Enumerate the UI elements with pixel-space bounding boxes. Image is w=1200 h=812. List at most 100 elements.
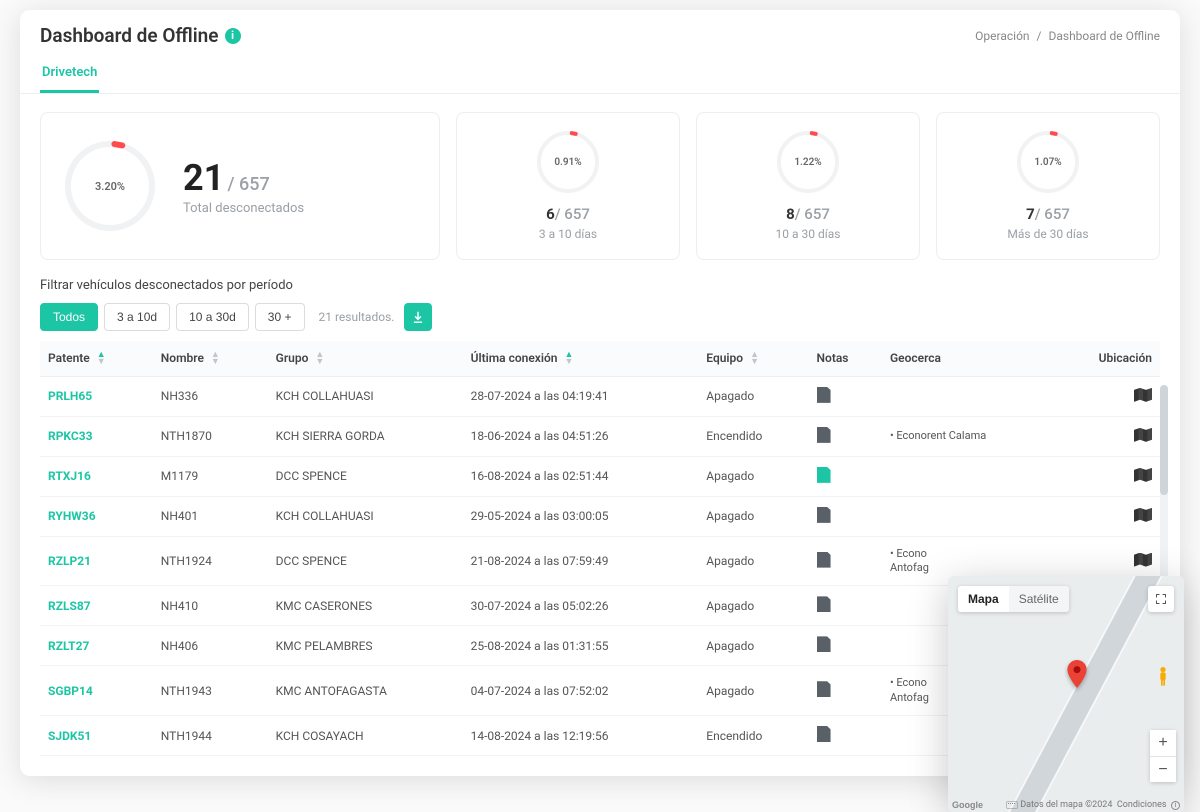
note-icon[interactable] [817,507,831,523]
cell-geocerca [882,496,1054,536]
total-mas-30: / 657 [1035,205,1070,223]
cell-ultima-conexion: 16-08-2024 a las 02:51:44 [463,456,699,496]
patente-link[interactable]: RTXJ16 [48,469,91,483]
patente-link[interactable]: RZLS87 [48,599,91,613]
patente-link[interactable]: RPKC33 [48,429,93,443]
note-icon[interactable] [817,387,831,403]
tab-drivetech[interactable]: Drivetech [40,57,99,93]
fullscreen-icon [1155,593,1167,605]
range-mas-30: Más de 30 días [1007,227,1088,241]
patente-link[interactable]: RYHW36 [48,509,96,523]
map-type-map[interactable]: Mapa [958,586,1009,612]
total-label: Total desconectados [183,201,304,216]
sort-icon: ▲▼ [315,352,324,366]
breadcrumb-root[interactable]: Operación [975,29,1029,43]
filters-title: Filtrar vehículos desconectados por perí… [40,278,1160,293]
card-10-30-dias[interactable]: 1.22% 8/ 657 10 a 30 días [696,112,920,260]
cell-nombre: NTH1944 [153,716,268,756]
gauge-total-pct: 3.20% [95,180,125,193]
cell-ultima-conexion: 28-07-2024 a las 04:19:41 [463,376,699,416]
note-icon[interactable] [817,552,831,568]
zoom-control: + − [1150,730,1176,782]
cell-geocerca [882,456,1054,496]
cell-geocerca [882,376,1054,416]
cell-grupo: KCH COLLAHUASI [268,376,463,416]
total-denominator: / 657 [228,174,270,195]
cell-equipo: Apagado [698,376,808,416]
scrollbar-thumb[interactable] [1160,385,1168,495]
zoom-in-button[interactable]: + [1150,730,1176,756]
th-nombre[interactable]: Nombre ▲▼ [153,341,268,376]
filter-3-10d[interactable]: 3 a 10d [104,303,170,331]
cell-equipo: Apagado [698,586,808,626]
map-terms-link[interactable]: Condiciones [1117,800,1167,810]
patente-link[interactable]: RZLP21 [48,554,91,568]
pegman-icon[interactable] [1150,664,1176,690]
map-type-switch: Mapa Satélite [958,586,1069,612]
gauge-10-30-pct: 1.22% [794,157,821,168]
note-icon[interactable] [817,596,831,612]
count-10-30: 8 [786,205,795,223]
info-icon[interactable]: i [225,28,241,44]
sort-icon: ▲▼ [97,352,106,366]
cell-ultima-conexion: 14-08-2024 a las 12:19:56 [463,716,699,756]
th-equipo[interactable]: Equipo ▲▼ [698,341,808,376]
note-icon[interactable] [817,467,831,483]
map-icon[interactable] [1134,388,1152,402]
th-grupo[interactable]: Grupo ▲▼ [268,341,463,376]
cell-ultima-conexion: 21-08-2024 a las 07:59:49 [463,536,699,586]
gauge-3-10: 0.91% [537,131,599,193]
filter-todos[interactable]: Todos [40,303,98,331]
note-icon[interactable] [817,427,831,443]
th-ultima-conexion[interactable]: Última conexión ▲▼ [463,341,699,376]
cell-grupo: DCC SPENCE [268,536,463,586]
note-icon[interactable] [817,636,831,652]
count-3-10: 6 [546,205,555,223]
note-icon[interactable] [817,726,831,742]
total-10-30: / 657 [795,205,830,223]
google-logo: Google [952,800,983,810]
patente-link[interactable]: SJDK51 [48,729,91,743]
filter-30-plus[interactable]: 30 + [255,303,305,331]
map-popup: Mapa Satélite + − Google Datos del mapa … [948,576,1184,812]
cell-nombre: NTH1924 [153,536,268,586]
report-icon[interactable]: i [1171,801,1180,810]
patente-link[interactable]: RZLT27 [48,639,89,653]
total-count: 21 [183,157,224,199]
patente-link[interactable]: SGBP14 [48,684,93,698]
map-icon[interactable] [1134,428,1152,442]
cell-ultima-conexion: 29-05-2024 a las 03:00:05 [463,496,699,536]
cell-equipo: Apagado [698,456,808,496]
fullscreen-button[interactable] [1148,586,1174,612]
cell-grupo: KCH COLLAHUASI [268,496,463,536]
total-3-10: / 657 [555,205,590,223]
cell-ultima-conexion: 04-07-2024 a las 07:52:02 [463,666,699,716]
table-row: PRLH65 NH336KCH COLLAHUASI28-07-2024 a la… [40,376,1160,416]
map-icon[interactable] [1134,508,1152,522]
gauge-total: 3.20% [65,141,155,231]
cell-grupo: DCC SPENCE [268,456,463,496]
download-button[interactable] [404,303,432,331]
note-icon[interactable] [817,681,831,697]
cell-grupo: KMC PELAMBRES [268,626,463,666]
patente-link[interactable]: PRLH65 [48,389,92,403]
cell-nombre: NH336 [153,376,268,416]
keyboard-icon [1006,801,1018,809]
cell-equipo: Apagado [698,496,808,536]
card-mas-30-dias[interactable]: 1.07% 7/ 657 Más de 30 días [936,112,1160,260]
page-title: Dashboard de Offline i [40,24,241,47]
gauge-3-10-pct: 0.91% [554,157,581,168]
cell-ultima-conexion: 30-07-2024 a las 05:02:26 [463,586,699,626]
filter-10-30d[interactable]: 10 a 30d [176,303,249,331]
cell-ultima-conexion: 18-06-2024 a las 04:51:26 [463,416,699,456]
map-icon[interactable] [1134,553,1152,567]
tabs: Drivetech [20,47,1180,94]
page-title-text: Dashboard de Offline [40,24,219,47]
cell-nombre: NTH1870 [153,416,268,456]
th-patente[interactable]: Patente ▲▼ [40,341,153,376]
cell-ultima-conexion: 25-08-2024 a las 01:31:55 [463,626,699,666]
map-type-satellite[interactable]: Satélite [1009,586,1069,612]
range-3-10: 3 a 10 días [539,227,597,241]
map-icon[interactable] [1134,468,1152,482]
card-3-10-dias[interactable]: 0.91% 6/ 657 3 a 10 días [456,112,680,260]
